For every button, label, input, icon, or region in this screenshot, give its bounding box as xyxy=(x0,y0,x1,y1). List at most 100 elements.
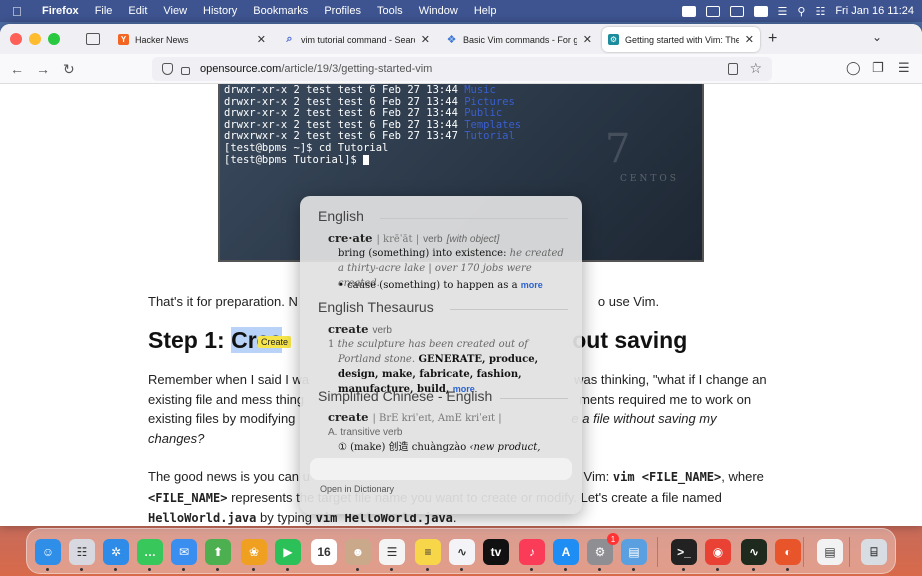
list-all-tabs-icon[interactable]: ⌄ xyxy=(872,30,882,44)
firefox-icon[interactable]: ◐ xyxy=(775,539,801,565)
apple-menu-icon[interactable]:  xyxy=(12,4,32,19)
back-icon[interactable]: ← xyxy=(10,61,24,77)
tab-title: Hacker News xyxy=(135,34,189,45)
freeform-icon[interactable]: ∿ xyxy=(449,539,475,565)
notes-icon[interactable]: ≡ xyxy=(415,539,441,565)
divider xyxy=(380,218,568,219)
menu-help[interactable]: Help xyxy=(474,5,497,17)
dict-section-chinese: Simplified Chinese - English xyxy=(318,388,493,404)
photos-icon[interactable]: ❀ xyxy=(241,539,267,565)
forward-icon[interactable]: → xyxy=(36,61,50,77)
tab-vim-search[interactable]: ⌕ vim tutorial command - Search ✕ xyxy=(278,27,436,52)
appstore-icon[interactable]: A xyxy=(553,539,579,565)
more-link[interactable]: more xyxy=(521,280,543,290)
menu-tools[interactable]: Tools xyxy=(377,5,403,17)
screen-share-icon[interactable] xyxy=(681,5,696,17)
music-icon[interactable]: ♪ xyxy=(519,539,545,565)
tab-title: vim tutorial command - Search xyxy=(301,34,415,45)
running-indicator xyxy=(786,568,789,571)
menu-history[interactable]: History xyxy=(203,5,237,17)
url-bar[interactable]: opensource.com/article/19/3/getting-star… xyxy=(152,57,772,81)
terminal-icon[interactable]: >_ xyxy=(671,539,697,565)
tab-overview-icon[interactable] xyxy=(86,33,100,45)
extensions-icon[interactable]: ❐ xyxy=(872,60,884,76)
new-tab-icon[interactable]: + xyxy=(768,30,777,48)
running-indicator xyxy=(752,568,755,571)
menu-file[interactable]: File xyxy=(95,5,113,17)
close-tab-icon[interactable]: ✕ xyxy=(421,33,430,46)
running-indicator xyxy=(46,568,49,571)
running-indicator xyxy=(356,568,359,571)
thesaurus-headword: create verb xyxy=(328,322,392,336)
wifi-icon[interactable]: ☰ xyxy=(778,5,788,18)
lock-icon[interactable] xyxy=(181,66,190,75)
menu-app[interactable]: Firefox xyxy=(42,5,79,17)
control-center-icon[interactable]: ☷ xyxy=(815,5,825,18)
bookmark-star-icon[interactable]: ☆ xyxy=(749,60,762,77)
mail-icon[interactable]: ✉ xyxy=(171,539,197,565)
safari-icon[interactable]: ✲ xyxy=(103,539,129,565)
running-indicator xyxy=(564,568,567,571)
menu-profiles[interactable]: Profiles xyxy=(324,5,361,17)
running-indicator xyxy=(114,568,117,571)
menu-clock[interactable]: Fri Jan 16 11:24 xyxy=(835,5,914,17)
reader-view-icon[interactable] xyxy=(728,63,738,75)
finder-icon[interactable]: ☺ xyxy=(35,539,61,565)
menu-view[interactable]: View xyxy=(163,5,187,17)
zoom-window-button[interactable] xyxy=(48,33,60,45)
lookup-icon[interactable] xyxy=(705,5,720,17)
facetime-icon[interactable]: ▶ xyxy=(275,539,301,565)
display-icon[interactable] xyxy=(729,5,744,17)
activity-monitor-icon[interactable]: ∿ xyxy=(741,539,767,565)
spotlight-icon[interactable]: ⚲ xyxy=(797,5,805,18)
close-tab-icon[interactable]: ✕ xyxy=(583,33,592,46)
dock: ☺ ☷ ✲… ✉ ⬆ ❀ ▶ 16 ☻ ☰ ≡ ∿ tv ♪ A ⚙ ▤ >_ ◉ ∿ ◐ ▤ ⌸ 1 xyxy=(26,528,896,574)
running-indicator xyxy=(716,568,719,571)
tab-title: Basic Vim commands - For getti xyxy=(463,34,577,45)
trash-icon[interactable]: ⌸ xyxy=(861,539,887,565)
menu-window[interactable]: Window xyxy=(419,5,458,17)
app-menu-icon[interactable]: ☰ xyxy=(898,60,910,76)
dock-separator xyxy=(803,537,804,567)
running-indicator xyxy=(632,568,635,571)
divider xyxy=(500,398,568,399)
menu-bookmarks[interactable]: Bookmarks xyxy=(253,5,308,17)
calendar-icon[interactable]: 16 xyxy=(311,539,337,565)
tracking-protection-icon[interactable] xyxy=(162,63,173,75)
reload-icon[interactable]: ↻ xyxy=(63,61,75,78)
open-in-dictionary-label[interactable]: Open in Dictionary xyxy=(320,484,394,494)
close-tab-icon[interactable]: ✕ xyxy=(257,33,266,46)
reminders-icon[interactable]: ☰ xyxy=(379,539,405,565)
open-in-dictionary-bar[interactable] xyxy=(310,458,572,480)
contacts-icon[interactable]: ☻ xyxy=(345,539,371,565)
close-tab-icon[interactable]: ✕ xyxy=(745,33,754,46)
chinese-headword: create | BrE kriˈeɪt, AmE kriˈeɪt | xyxy=(328,410,502,424)
lookup-word-tooltip: Create xyxy=(258,336,292,348)
running-indicator xyxy=(390,568,393,571)
document-icon[interactable]: ▤ xyxy=(817,539,843,565)
centos-watermark: CENTOS xyxy=(620,174,679,184)
running-indicator xyxy=(460,568,463,571)
dictionary-popover[interactable]: English cre·ate | krēˈāt | verb [with ob… xyxy=(300,196,582,514)
maps-icon[interactable]: ⬆ xyxy=(205,539,231,565)
minimize-window-button[interactable] xyxy=(29,33,41,45)
chrome-icon[interactable]: ◉ xyxy=(705,539,731,565)
running-indicator xyxy=(530,568,533,571)
messages-icon[interactable]: … xyxy=(137,539,163,565)
launchpad-icon[interactable]: ☷ xyxy=(69,539,95,565)
page-content: drwxr-xr-x 2 test test 6 Feb 27 13:44 Mu… xyxy=(0,84,922,526)
input-source-icon[interactable] xyxy=(753,5,768,17)
tab-hacker-news[interactable]: Y Hacker News ✕ xyxy=(112,27,272,52)
dock-separator xyxy=(657,537,658,567)
tab-basic-vim[interactable]: ❖ Basic Vim commands - For getti ✕ xyxy=(440,27,598,52)
status-area: ☰ ⚲ ☷ Fri Jan 16 11:24 xyxy=(681,0,914,22)
menu-edit[interactable]: Edit xyxy=(128,5,147,17)
close-window-button[interactable] xyxy=(10,33,22,45)
tab-getting-started-vim[interactable]: ⚙ Getting started with Vim: The b ✕ xyxy=(602,27,760,52)
chinese-pos: A. transitive verb xyxy=(328,427,403,438)
centos-watermark-digit: 7 xyxy=(605,126,631,172)
preview-icon[interactable]: ▤ xyxy=(621,539,647,565)
account-icon[interactable]: ◯ xyxy=(846,60,861,76)
url-text[interactable]: opensource.com/article/19/3/getting-star… xyxy=(200,63,432,75)
tv-icon[interactable]: tv xyxy=(483,539,509,565)
